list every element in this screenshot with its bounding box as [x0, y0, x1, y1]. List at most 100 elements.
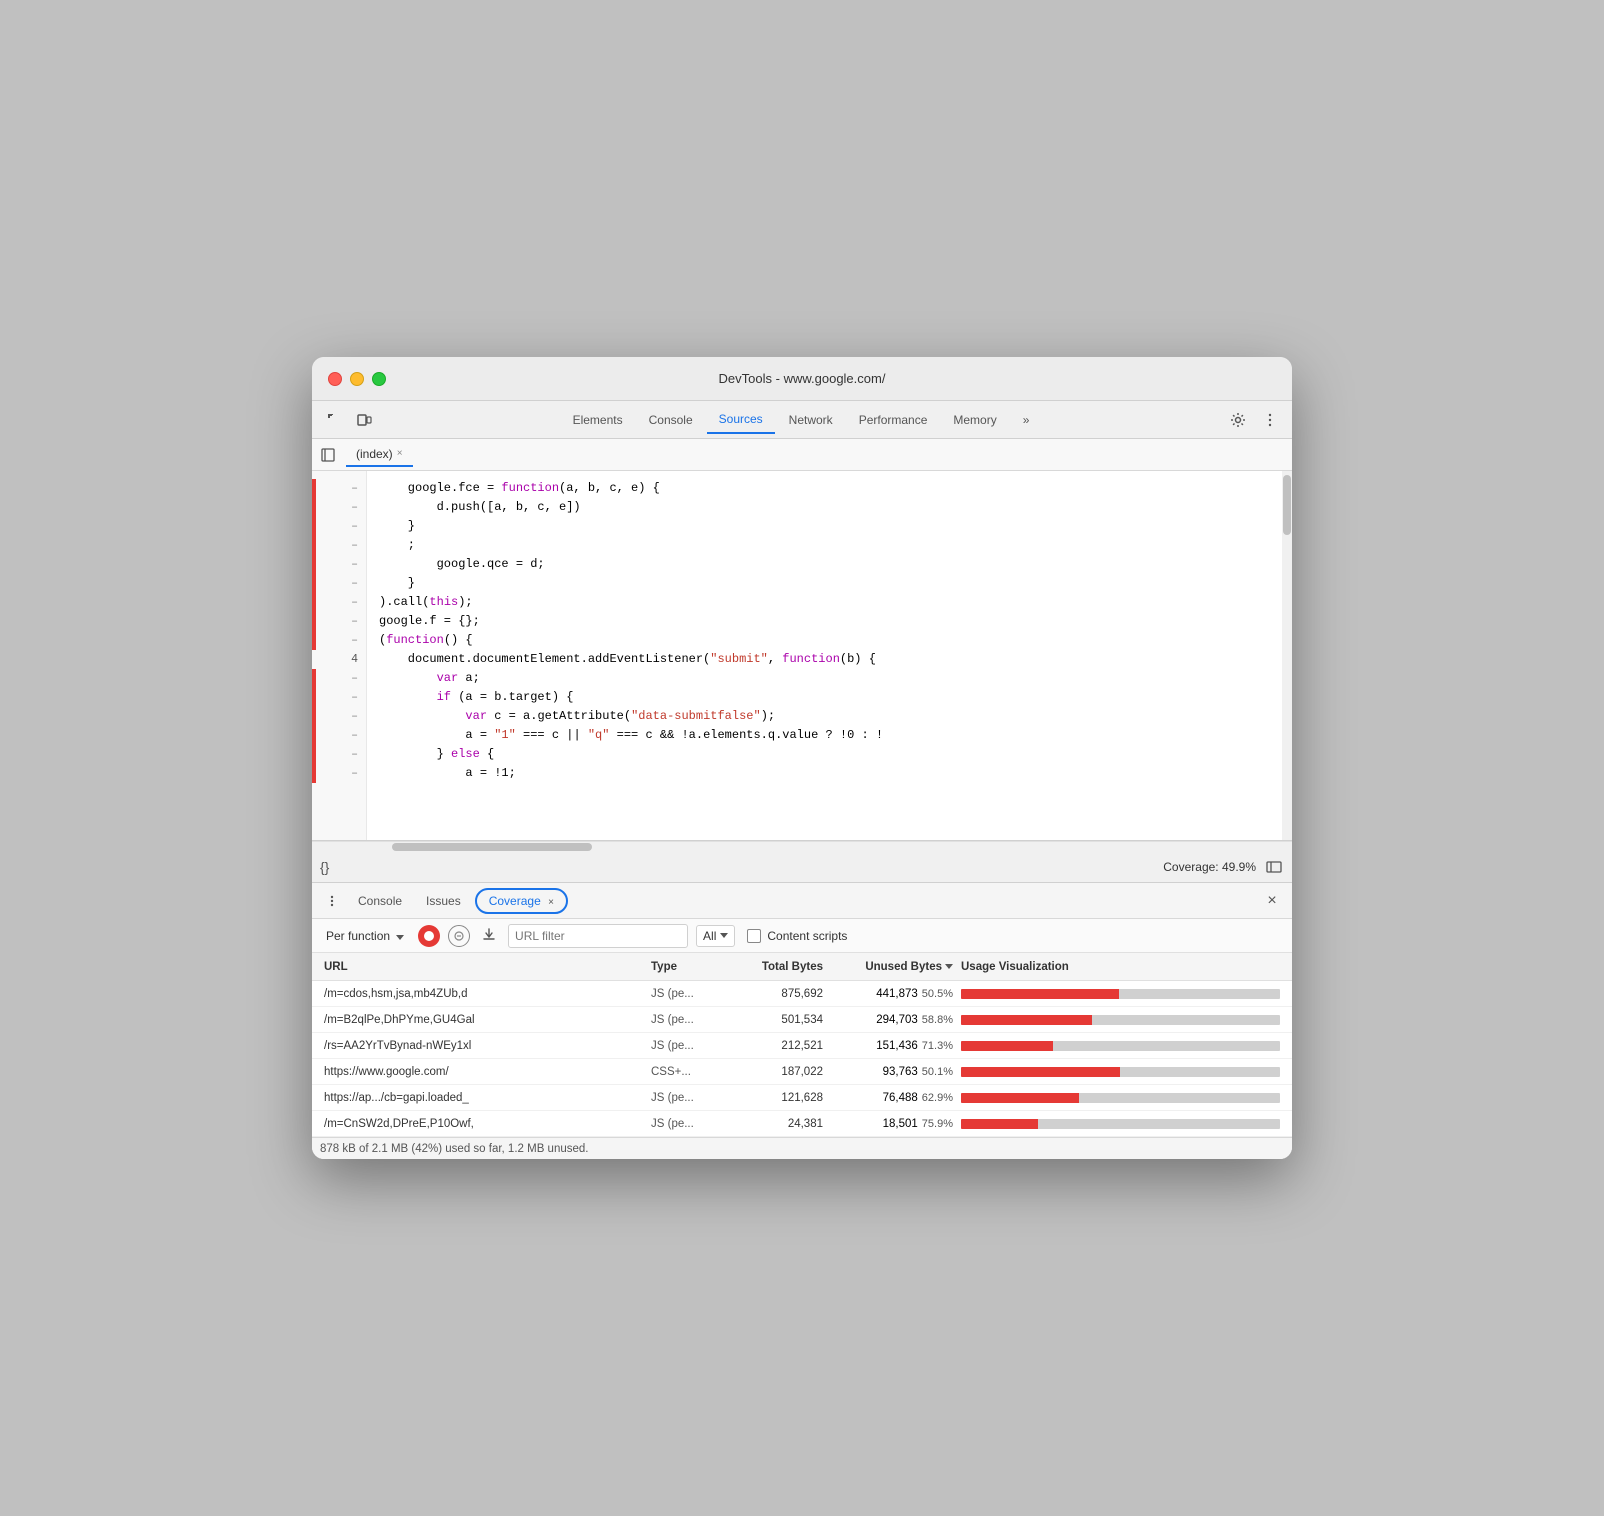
content-scripts-checkbox[interactable] [747, 929, 761, 943]
td-type: JS (pe... [647, 988, 727, 1000]
tab-memory[interactable]: Memory [941, 407, 1008, 433]
type-filter-dropdown[interactable]: All [696, 925, 735, 947]
th-total-bytes: Total Bytes [727, 961, 827, 973]
status-text: 878 kB of 2.1 MB (42%) used so far, 1.2 … [320, 1143, 588, 1155]
table-row[interactable]: /m=CnSW2d,DPreE,P10Owf, JS (pe... 24,381… [312, 1111, 1292, 1137]
code-line-3: } [379, 517, 1280, 536]
code-line-1: google.fce = function(a, b, c, e) { [379, 479, 1280, 498]
line-numbers: – – – – – – – [312, 471, 367, 840]
table-row[interactable]: /m=cdos,hsm,jsa,mb4ZUb,d JS (pe... 875,6… [312, 981, 1292, 1007]
window-title: DevTools - www.google.com/ [719, 371, 886, 386]
maximize-button[interactable] [372, 372, 386, 386]
per-function-dropdown[interactable]: Per function [320, 926, 410, 946]
line-num-13: – [312, 707, 366, 726]
tab-performance[interactable]: Performance [847, 407, 940, 433]
table-row[interactable]: /rs=AA2YrTvBynad-nWEy1xl JS (pe... 212,5… [312, 1033, 1292, 1059]
more-options-icon[interactable] [1256, 406, 1284, 434]
tab-elements[interactable]: Elements [561, 407, 635, 433]
td-unused: 76,488 62.9% [827, 1092, 957, 1104]
download-coverage-button[interactable] [478, 925, 500, 946]
code-line-16: a = !1; [379, 764, 1280, 783]
panel-tab-console[interactable]: Console [348, 888, 412, 914]
content-scripts-label: Content scripts [767, 929, 847, 943]
th-type: Type [647, 961, 727, 973]
code-line-12: if (a = b.target) { [379, 688, 1280, 707]
panel-tab-coverage[interactable]: Coverage × [475, 888, 568, 914]
coverage-table: URL Type Total Bytes Unused Bytes Usage … [312, 953, 1292, 1137]
coverage-tab-close-icon[interactable]: × [548, 897, 554, 908]
chevron-down-icon [396, 929, 404, 943]
td-total: 121,628 [727, 1092, 827, 1104]
vertical-scrollbar[interactable] [1282, 471, 1292, 840]
th-visualization: Usage Visualization [957, 961, 1284, 973]
tab-sources[interactable]: Sources [707, 406, 775, 434]
panel-tab-issues[interactable]: Issues [416, 888, 471, 914]
sidebar-toggle-icon[interactable] [316, 443, 340, 467]
coverage-panel-icon[interactable] [1264, 857, 1284, 877]
format-icon[interactable]: {} [320, 859, 329, 875]
td-type: JS (pe... [647, 1014, 727, 1026]
code-line-6: } [379, 574, 1280, 593]
td-type: JS (pe... [647, 1040, 727, 1052]
td-type: JS (pe... [647, 1118, 727, 1130]
td-url: /rs=AA2YrTvBynad-nWEy1xl [320, 1040, 647, 1052]
content-scripts-toggle[interactable]: Content scripts [747, 929, 847, 943]
td-vis [957, 1041, 1284, 1051]
settings-icon[interactable] [1224, 406, 1252, 434]
line-num-14: – [312, 726, 366, 745]
tab-console[interactable]: Console [637, 407, 705, 433]
source-tab-bar: (index) × [312, 439, 1292, 471]
tab-network[interactable]: Network [777, 407, 845, 433]
table-row[interactable]: /m=B2qlPe,DhPYme,GU4Gal JS (pe... 501,53… [312, 1007, 1292, 1033]
code-line-11: var a; [379, 669, 1280, 688]
horizontal-scrollbar[interactable] [312, 841, 1292, 851]
td-total: 24,381 [727, 1118, 827, 1130]
panel-close-button[interactable]: × [1260, 889, 1284, 913]
line-num-10: 4 [312, 650, 366, 669]
record-coverage-button[interactable] [418, 925, 440, 947]
td-unused: 93,763 50.1% [827, 1066, 957, 1078]
cursor-icon[interactable] [320, 406, 348, 434]
clear-coverage-button[interactable] [448, 925, 470, 947]
th-unused-bytes[interactable]: Unused Bytes [827, 961, 957, 973]
code-line-8: google.f = {}; [379, 612, 1280, 631]
code-line-7: ).call(this); [379, 593, 1280, 612]
coverage-percentage-label: Coverage: 49.9% [1163, 860, 1256, 874]
line-num-8: – [312, 612, 366, 631]
devtools-right-icons [1224, 406, 1284, 434]
source-file-tab[interactable]: (index) × [346, 443, 413, 467]
line-num-16: – [312, 764, 366, 783]
scrollbar-thumb[interactable] [1283, 475, 1291, 535]
td-total: 875,692 [727, 988, 827, 1000]
titlebar: DevTools - www.google.com/ [312, 357, 1292, 401]
td-vis [957, 989, 1284, 999]
td-unused: 294,703 58.8% [827, 1014, 957, 1026]
td-total: 501,534 [727, 1014, 827, 1026]
td-vis [957, 1067, 1284, 1077]
panel-menu-icon[interactable] [320, 889, 344, 913]
td-url: /m=cdos,hsm,jsa,mb4ZUb,d [320, 988, 647, 1000]
line-num-12: – [312, 688, 366, 707]
code-editor[interactable]: – – – – – – – [312, 471, 1292, 841]
td-url: https://www.google.com/ [320, 1066, 647, 1078]
status-bar: 878 kB of 2.1 MB (42%) used so far, 1.2 … [312, 1137, 1292, 1159]
table-row[interactable]: https://ap.../cb=gapi.loaded_ JS (pe... … [312, 1085, 1292, 1111]
td-url: https://ap.../cb=gapi.loaded_ [320, 1092, 647, 1104]
minimize-button[interactable] [350, 372, 364, 386]
line-num-5: – [312, 555, 366, 574]
line-num-15: – [312, 745, 366, 764]
record-inner [424, 931, 434, 941]
bottom-toolbar: {} Coverage: 49.9% [312, 851, 1292, 883]
line-num-9: – [312, 631, 366, 650]
td-unused: 18,501 75.9% [827, 1118, 957, 1130]
table-row[interactable]: https://www.google.com/ CSS+... 187,022 … [312, 1059, 1292, 1085]
sort-arrow-icon [945, 964, 953, 969]
tab-more[interactable]: » [1011, 407, 1042, 433]
source-tab-close-icon[interactable]: × [397, 448, 403, 459]
code-content[interactable]: google.fce = function(a, b, c, e) { d.pu… [367, 471, 1292, 840]
close-button[interactable] [328, 372, 342, 386]
h-scrollbar-thumb[interactable] [392, 843, 592, 851]
url-filter-input[interactable] [508, 924, 688, 948]
line-num-11: – [312, 669, 366, 688]
device-toggle-icon[interactable] [350, 406, 378, 434]
